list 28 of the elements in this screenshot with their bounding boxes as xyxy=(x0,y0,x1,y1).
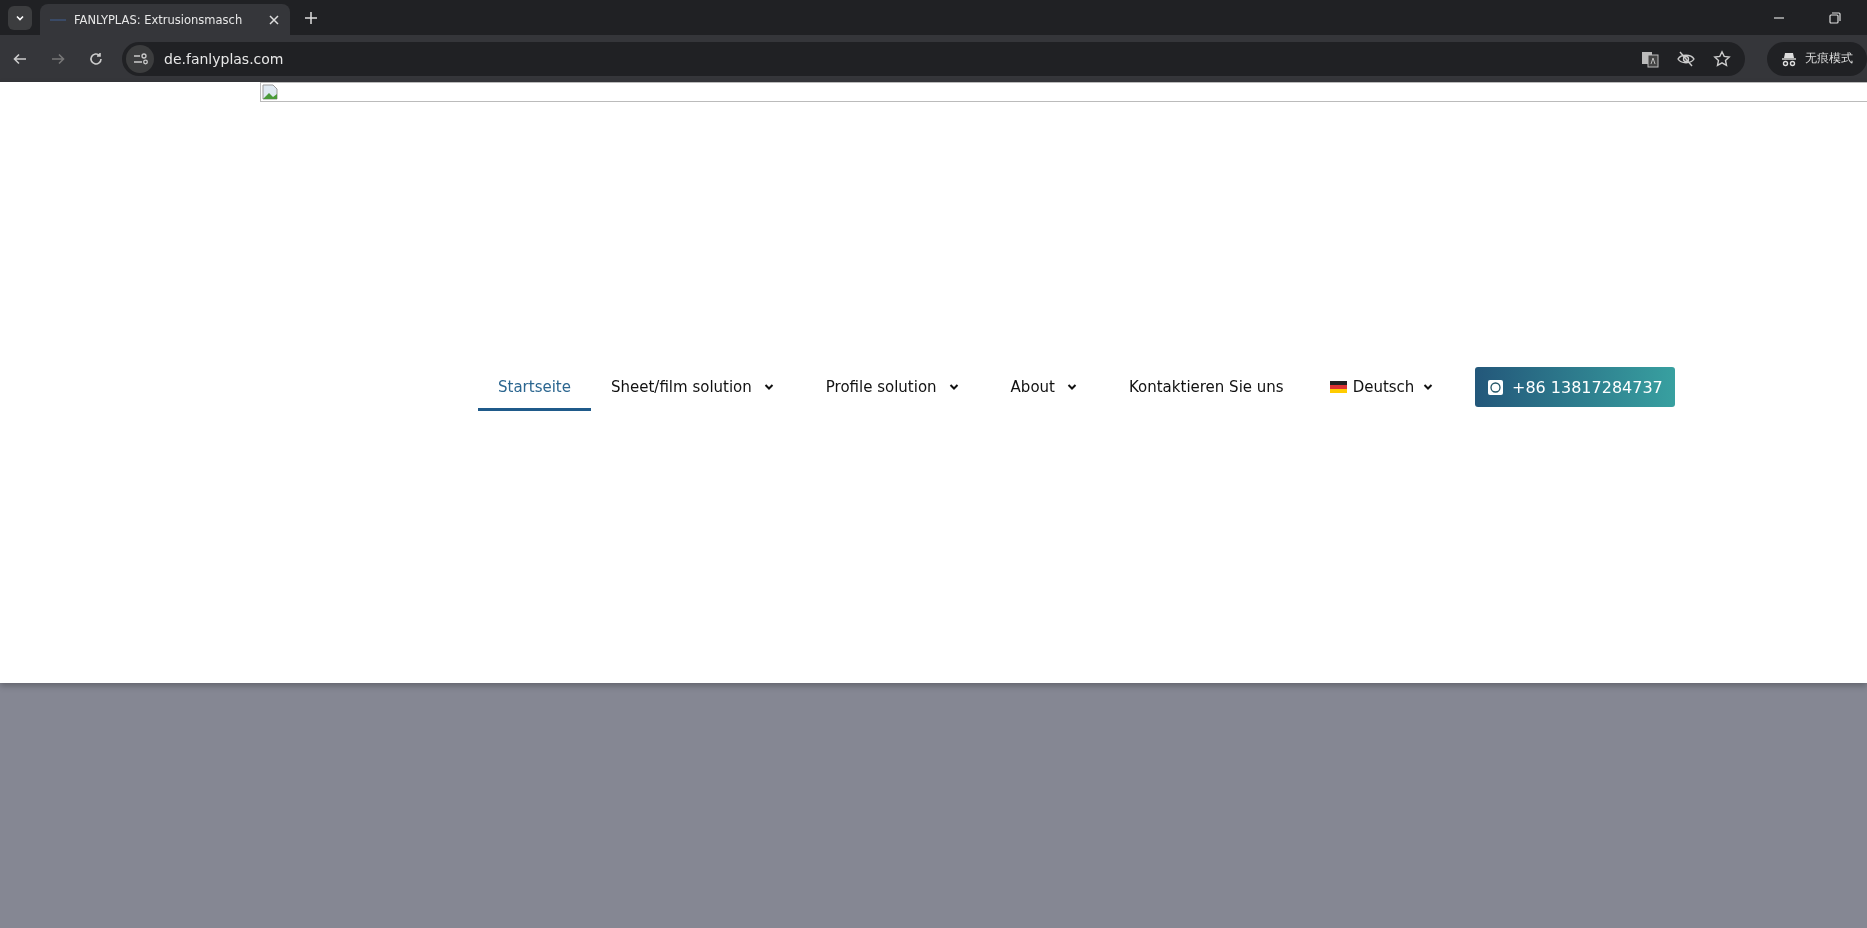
browser-tab[interactable]: FANLYPLAS: Extrusionsmasch xyxy=(40,4,290,35)
new-tab-icon[interactable] xyxy=(304,10,318,25)
nav-link[interactable]: About xyxy=(990,365,1097,411)
chevron-down-icon xyxy=(948,382,959,391)
nav-link[interactable]: Sheet/film solution xyxy=(590,365,794,411)
restore-icon[interactable] xyxy=(1829,11,1841,24)
nav-link[interactable]: Startseite xyxy=(478,365,591,411)
tab-search-button[interactable] xyxy=(8,5,32,30)
eye-slash-icon[interactable] xyxy=(1677,49,1695,68)
incognito-icon xyxy=(1781,50,1797,67)
translate-icon[interactable] xyxy=(1641,49,1659,68)
german-flag-icon xyxy=(1329,380,1347,393)
incognito-profile-button[interactable]: 无痕模式 xyxy=(1767,41,1867,76)
broken-image-icon xyxy=(262,84,278,100)
reload-icon[interactable] xyxy=(88,50,104,67)
phone-button[interactable]: +86 13817284737 xyxy=(1475,367,1676,407)
star-icon[interactable] xyxy=(1713,49,1731,68)
chevron-down-icon xyxy=(1423,382,1434,391)
address-bar[interactable]: de.fanlyplas.com xyxy=(122,41,1745,76)
nav-link[interactable]: Kontaktieren Sie uns xyxy=(1108,365,1304,411)
nav-link[interactable]: Profile solution xyxy=(805,365,979,411)
nav-link[interactable]: Deutsch xyxy=(1309,365,1454,411)
url-text: de.fanlyplas.com xyxy=(164,50,284,67)
chevron-down-icon xyxy=(1066,382,1077,391)
tab-title: FANLYPLAS: Extrusionsmasch xyxy=(74,12,244,27)
chevron-down-icon xyxy=(763,382,774,391)
close-icon[interactable] xyxy=(268,13,280,26)
site-settings-icon[interactable] xyxy=(126,44,154,73)
